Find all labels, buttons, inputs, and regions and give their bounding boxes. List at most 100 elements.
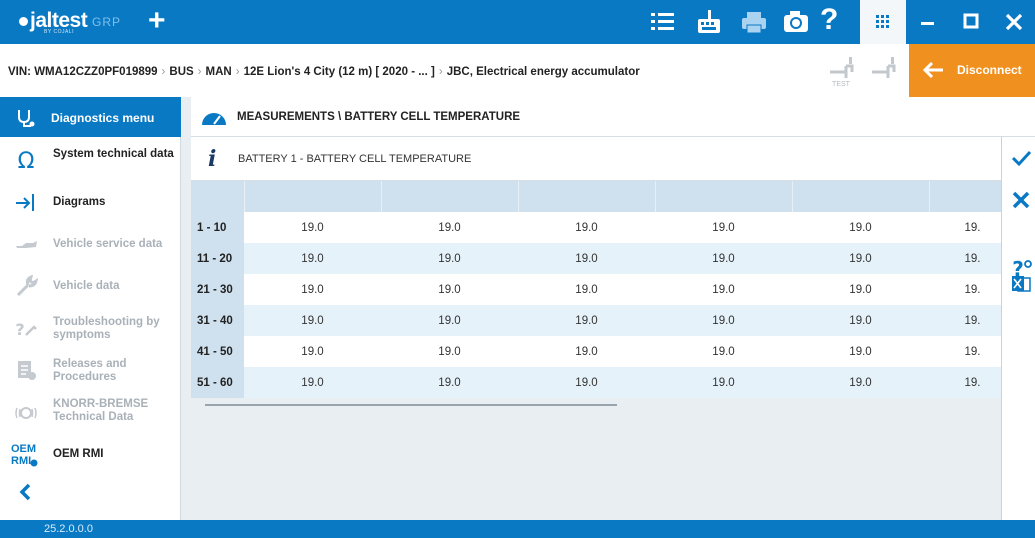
cell-value: 19.0 xyxy=(244,305,381,336)
vin-text: VIN: WMA12CZZ0PF019899 xyxy=(8,66,158,78)
sidebar-item-label: KNORR-BREMSE Technical Data xyxy=(53,398,149,423)
cell-value: 19.0 xyxy=(655,243,792,274)
right-action-bar: ? xyxy=(1001,137,1035,520)
camera-icon[interactable] xyxy=(781,8,811,36)
logo-subtitle: BY COJALI xyxy=(44,29,74,35)
table-row: 51 - 60 19.0 19.0 19.0 19.0 19.0 19. xyxy=(191,367,1001,398)
table-header-cell xyxy=(518,181,656,212)
cell-value: 19.0 xyxy=(381,367,518,398)
sidebar-item-system-technical-data[interactable]: Ω System technical data xyxy=(0,139,181,181)
menu-list-icon[interactable] xyxy=(648,8,678,36)
sidebar-item-oem-rmi[interactable]: OEM RMI OEM RMI xyxy=(0,433,181,475)
sidebar-item-label: Troubleshooting by symptoms xyxy=(53,316,160,341)
cell-value: 19. xyxy=(929,274,1001,305)
connector-icon[interactable] xyxy=(868,54,898,84)
arrow-left-icon xyxy=(922,61,943,79)
wrench-icon xyxy=(16,275,38,297)
crumb-type[interactable]: BUS xyxy=(169,66,193,78)
sidebar-item-diagrams[interactable]: Diagrams xyxy=(0,181,181,223)
cell-value: 19.0 xyxy=(518,243,655,274)
cancel-x-icon[interactable] xyxy=(1010,189,1032,211)
knorr-icon xyxy=(15,407,37,419)
row-label: 11 - 20 xyxy=(191,243,244,274)
sidebar-item-releases-procedures[interactable]: Releases and Procedures xyxy=(0,349,181,391)
table-row: 41 - 50 19.0 19.0 19.0 19.0 19.0 19. xyxy=(191,336,1001,367)
check-icon[interactable] xyxy=(1010,147,1032,169)
table-header-cell xyxy=(929,181,1001,212)
oil-can-icon xyxy=(16,241,37,248)
battery-info-row: i BATTERY 1 - BATTERY CELL TEMPERATURE xyxy=(191,137,1001,181)
diagram-arrow-icon xyxy=(16,194,34,211)
sidebar-item-label: System technical data xyxy=(53,148,174,160)
crumb-system[interactable]: JBC, Electrical energy accumulator xyxy=(447,66,640,78)
row-label: 31 - 40 xyxy=(191,305,244,336)
chevron-left-icon[interactable] xyxy=(16,482,36,502)
cell-value: 19.0 xyxy=(381,243,518,274)
grp-label: GRP xyxy=(92,15,122,29)
table-row: 11 - 20 19.0 19.0 19.0 19.0 19.0 19. xyxy=(191,243,1001,274)
svg-text:Ω: Ω xyxy=(18,149,35,171)
table-row: 31 - 40 19.0 19.0 19.0 19.0 19.0 19. xyxy=(191,305,1001,336)
maximize-icon[interactable] xyxy=(949,0,992,44)
table-header-cell xyxy=(191,181,245,212)
table-row: 21 - 30 19.0 19.0 19.0 19.0 19.0 19. xyxy=(191,274,1001,305)
battery-title: BATTERY 1 - BATTERY CELL TEMPERATURE xyxy=(238,153,472,165)
cell-value: 19.0 xyxy=(655,305,792,336)
cell-value: 19.0 xyxy=(518,305,655,336)
table-header-cell xyxy=(244,181,382,212)
test-connector-icon[interactable]: TEST xyxy=(826,54,856,88)
minimize-icon[interactable] xyxy=(906,0,949,44)
gauge-icon xyxy=(202,113,226,125)
cell-value: 19.0 xyxy=(655,274,792,305)
scrollbar-thumb[interactable] xyxy=(205,404,617,406)
disconnect-button[interactable]: Disconnect xyxy=(909,44,1035,97)
sidebar-item-vehicle-data[interactable]: Vehicle data xyxy=(0,265,181,307)
table-row: 1 - 10 19.0 19.0 19.0 19.0 19.0 19. xyxy=(191,212,1001,243)
crumb-model[interactable]: 12E Lion's 4 City (12 m) [ 2020 - ... ] xyxy=(244,66,435,78)
svg-text:OEM: OEM xyxy=(11,443,36,455)
horizontal-scrollbar[interactable] xyxy=(191,398,1001,412)
cell-value: 19.0 xyxy=(381,336,518,367)
sidebar-item-label: Diagrams xyxy=(53,196,106,208)
cell-value: 19. xyxy=(929,212,1001,243)
sidebar-item-vehicle-service-data[interactable]: Vehicle service data xyxy=(0,223,181,265)
disconnect-label: Disconnect xyxy=(957,63,1022,77)
printer-icon[interactable] xyxy=(739,8,769,36)
omega-icon: Ω xyxy=(18,149,35,171)
apps-grid-icon[interactable] xyxy=(860,0,906,44)
version-label: 25.2.0.0.0 xyxy=(44,523,93,535)
cell-value: 19.0 xyxy=(244,243,381,274)
measurement-table: 1 - 10 19.0 19.0 19.0 19.0 19.0 19. 11 -… xyxy=(191,181,1001,400)
add-icon[interactable]: + xyxy=(148,4,166,38)
svg-text:?: ? xyxy=(15,320,24,339)
cell-value: 19.0 xyxy=(244,367,381,398)
sidebar-item-troubleshooting[interactable]: ? Troubleshooting by symptoms xyxy=(0,307,181,349)
crumb-brand[interactable]: MAN xyxy=(206,66,232,78)
export-excel-icon[interactable] xyxy=(1010,273,1032,295)
cell-value: 19.0 xyxy=(792,367,929,398)
row-label: 1 - 10 xyxy=(191,212,244,243)
cell-value: 19. xyxy=(929,305,1001,336)
keyboard-icon[interactable] xyxy=(694,8,724,36)
cell-value: 19.0 xyxy=(381,305,518,336)
sidebar-item-label: Releases and Procedures xyxy=(53,358,127,383)
cell-value: 19.0 xyxy=(244,212,381,243)
page-title: MEASUREMENTS \ BATTERY CELL TEMPERATURE xyxy=(237,111,521,123)
table-header-cell xyxy=(381,181,519,212)
vehicle-breadcrumb-bar: VIN: WMA12CZZ0PF019899 › BUS › MAN › 12E Lion'… xyxy=(0,44,1035,97)
cell-value: 19.0 xyxy=(381,274,518,305)
cell-value: 19.0 xyxy=(655,212,792,243)
cell-value: 19.0 xyxy=(655,336,792,367)
svg-text:TEST: TEST xyxy=(832,81,851,88)
close-icon[interactable] xyxy=(992,0,1035,44)
info-icon: i xyxy=(208,146,217,172)
sidebar-item-diagnostics-menu[interactable]: Diagnostics menu xyxy=(0,97,181,137)
cell-value: 19.0 xyxy=(244,274,381,305)
vehicle-breadcrumb: VIN: WMA12CZZ0PF019899 › BUS › MAN › 12E Lion'… xyxy=(8,66,640,78)
cell-value: 19.0 xyxy=(381,212,518,243)
sidebar-item-knorr-bremse[interactable]: KNORR-BREMSE Technical Data xyxy=(0,391,181,433)
cell-value: 19.0 xyxy=(518,367,655,398)
cell-value: 19.0 xyxy=(792,336,929,367)
stethoscope-icon xyxy=(18,110,35,127)
help-icon[interactable]: ? xyxy=(820,3,838,37)
